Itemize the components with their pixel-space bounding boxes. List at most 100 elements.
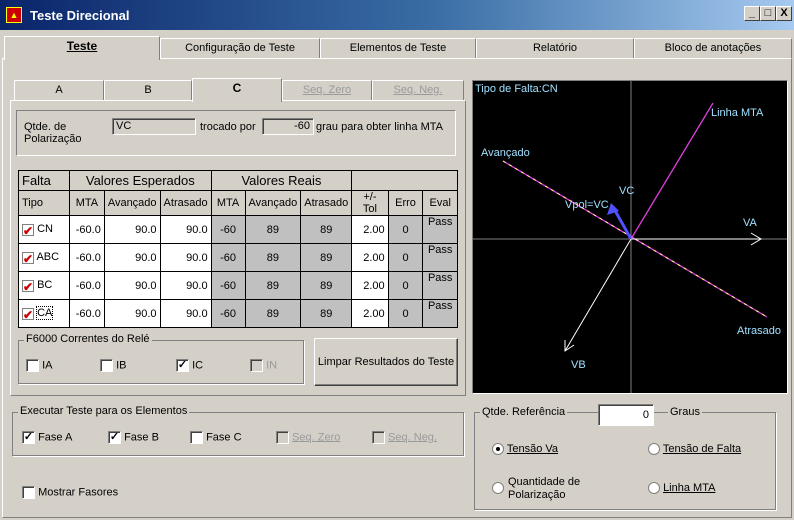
clear-results-button[interactable]: Limpar Resultados do Teste: [314, 338, 458, 386]
radio-label: Linha MTA: [663, 482, 716, 494]
cell[interactable]: -60.0: [69, 243, 105, 272]
checkbox-fase-a[interactable]: ✓ Fase A: [22, 431, 72, 444]
maximize-button[interactable]: □: [760, 6, 776, 21]
cell[interactable]: 90.0: [103, 299, 161, 328]
checkbox-label: IA: [42, 359, 53, 372]
checkbox-box[interactable]: [372, 431, 385, 444]
subtab-b[interactable]: B: [104, 80, 192, 100]
cell[interactable]: 90.0: [103, 243, 161, 272]
subtab-label: Seq. Neg.: [393, 84, 443, 96]
cell[interactable]: 90.0: [103, 215, 161, 244]
eval-cell: Pass: [422, 215, 458, 244]
cell[interactable]: -60.0: [69, 215, 105, 244]
radio-button[interactable]: [648, 482, 660, 495]
cell[interactable]: 90.0: [159, 299, 212, 328]
close-button[interactable]: X: [776, 6, 792, 21]
cell: 0: [387, 243, 424, 272]
advanced-label: Avançado: [481, 147, 530, 159]
cell[interactable]: 2.00: [351, 215, 389, 244]
checkbox-label: IN: [266, 359, 278, 372]
checkbox-box[interactable]: ✓: [176, 359, 189, 372]
angle-field: -60: [262, 118, 314, 135]
cell[interactable]: 2.00: [351, 271, 389, 300]
checkbox-seq-zero[interactable]: Seq. Zero: [276, 431, 340, 444]
checkbox-ic[interactable]: ✓ IC: [176, 359, 203, 372]
checkbox-show-phasors[interactable]: Mostrar Fasores: [22, 486, 118, 499]
col-tipo: Tipo: [17, 190, 71, 216]
radio-button[interactable]: [492, 482, 504, 494]
reference-unit: Graus: [668, 406, 702, 418]
row-enabled-checkbox[interactable]: ✔: [22, 279, 34, 293]
checkbox-label: IB: [116, 359, 127, 372]
cell: -60: [210, 299, 246, 328]
checkbox-fase-b[interactable]: ✓ Fase B: [108, 431, 159, 444]
tab-relatorio[interactable]: Relatório: [476, 38, 634, 58]
row-enabled-checkbox[interactable]: ✔: [22, 251, 34, 265]
col-header: Atrasado: [300, 190, 353, 216]
reference-angle-input[interactable]: 0: [598, 404, 654, 426]
vc-label: VC: [619, 185, 635, 197]
subtab-c[interactable]: C: [192, 78, 282, 102]
checkbox-box[interactable]: [250, 359, 263, 372]
cell[interactable]: 90.0: [159, 215, 212, 244]
checkbox-box[interactable]: [26, 359, 39, 372]
cell: 0: [387, 271, 424, 300]
checkbox-seq-neg[interactable]: Seq. Neg.: [372, 431, 437, 444]
table-row[interactable]: ✔ CA -60.0 90.0 90.0 -60 89 89 2.00 0 Pa…: [17, 299, 458, 328]
checkbox-label: Fase A: [38, 431, 73, 444]
radio-button[interactable]: [492, 443, 504, 456]
radio-button[interactable]: [648, 443, 660, 456]
title-bar: ▲ Teste Direcional _ □ X: [0, 0, 794, 30]
subtab-seq-neg[interactable]: Seq. Neg.: [372, 80, 464, 100]
col-header: +/- Tol: [351, 190, 389, 216]
cell: 89: [300, 243, 353, 272]
checkbox-fase-c[interactable]: Fase C: [190, 431, 242, 444]
tab-elementos[interactable]: Elementos de Teste: [320, 38, 476, 58]
checkbox-box[interactable]: [22, 486, 35, 499]
eval-cell: Pass: [422, 299, 458, 328]
row-enabled-checkbox[interactable]: ✔: [22, 223, 34, 237]
checkbox-box[interactable]: ✓: [22, 431, 35, 444]
tab-configuracao[interactable]: Configuração de Teste: [160, 38, 320, 58]
cell[interactable]: 2.00: [351, 243, 389, 272]
col-header: Avançado: [103, 190, 161, 216]
checkbox-box[interactable]: ✓: [108, 431, 121, 444]
subtab-seq-zero[interactable]: Seq. Zero: [282, 80, 372, 100]
subtab-a[interactable]: A: [14, 80, 104, 100]
radio-tensao-falta[interactable]: Tensão de Falta: [648, 443, 741, 456]
checkbox-ib[interactable]: IB: [100, 359, 126, 372]
table-row[interactable]: ✔ BC -60.0 90.0 90.0 -60 89 89 2.00 0 Pa…: [17, 271, 458, 300]
radio-label: Tensão Va: [506, 443, 559, 455]
vb-label: VB: [571, 359, 586, 371]
cell[interactable]: 90.0: [103, 271, 161, 300]
execute-title: Executar Teste para os Elementos: [18, 405, 190, 417]
radio-linha-mta[interactable]: Linha MTA: [648, 482, 716, 495]
checkbox-ia[interactable]: IA: [26, 359, 52, 372]
tab-teste[interactable]: Teste: [4, 36, 160, 60]
cell[interactable]: -60.0: [69, 271, 105, 300]
checkbox-in[interactable]: IN: [250, 359, 277, 372]
header-blank: [351, 170, 458, 191]
vpol-label: Vpol=VC: [565, 199, 609, 211]
col-header: MTA: [210, 190, 246, 216]
checkbox-box[interactable]: [190, 431, 203, 444]
va-label: VA: [743, 217, 757, 229]
table-row[interactable]: ✔ CN -60.0 90.0 90.0 -60 89 89 2.00 0 Pa…: [17, 215, 458, 244]
checkbox-box[interactable]: [100, 359, 113, 372]
minimize-button[interactable]: _: [744, 6, 760, 21]
polarization-label: Qtde. de Polarização: [24, 121, 82, 145]
table-row[interactable]: ✔ ABC -60.0 90.0 90.0 -60 89 89 2.00 0 P…: [17, 243, 458, 272]
row-enabled-checkbox[interactable]: ✔: [22, 307, 34, 321]
cell[interactable]: 2.00: [351, 299, 389, 328]
cell[interactable]: -60.0: [69, 299, 105, 328]
cell[interactable]: 90.0: [159, 243, 212, 272]
checkbox-label: Mostrar Fasores: [38, 486, 119, 499]
radio-tensao-va[interactable]: Tensão Va: [492, 443, 559, 456]
checkbox-box[interactable]: [276, 431, 289, 444]
row-type: CA: [36, 306, 54, 321]
tab-anotacoes[interactable]: Bloco de anotações: [634, 38, 792, 58]
cell[interactable]: 90.0: [159, 271, 212, 300]
cell: -60: [210, 271, 246, 300]
group-expected: Valores Esperados: [69, 170, 212, 191]
eval-cell: Pass: [422, 271, 458, 300]
